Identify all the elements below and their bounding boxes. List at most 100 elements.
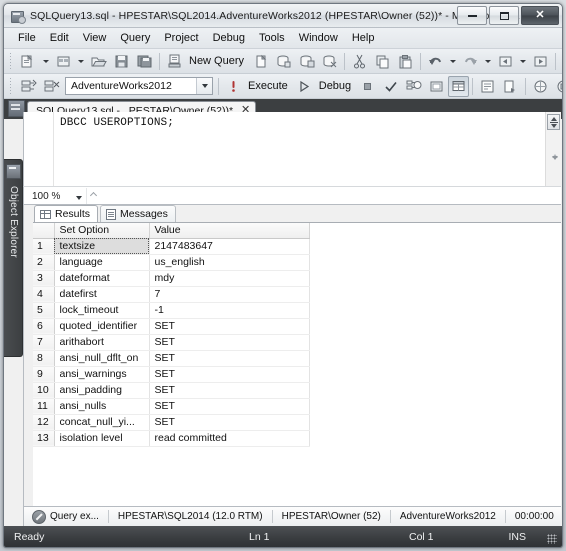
- results-grid[interactable]: Set Option Value 1 textsize 2147483647 2…: [33, 222, 561, 507]
- cell-set-option[interactable]: isolation level: [54, 430, 150, 447]
- navigate-forward-icon[interactable]: [529, 51, 552, 72]
- new-mdx-query-icon[interactable]: [272, 51, 295, 72]
- copy-icon[interactable]: [371, 51, 394, 72]
- menu-item-window[interactable]: Window: [292, 30, 345, 47]
- cell-set-option[interactable]: dateformat: [54, 270, 150, 287]
- connect-icon[interactable]: [17, 76, 40, 97]
- new-query-with-connection-icon[interactable]: [249, 51, 272, 72]
- undo-icon[interactable]: [424, 51, 447, 72]
- editor-horizontal-scrollbar[interactable]: [87, 188, 561, 204]
- new-query-icon[interactable]: [163, 51, 186, 72]
- cell-value[interactable]: SET: [149, 350, 310, 367]
- row-number[interactable]: 8: [33, 350, 55, 367]
- query-options-icon[interactable]: [425, 76, 448, 97]
- redo-icon[interactable]: [459, 51, 482, 72]
- table-row[interactable]: 11 ansi_nulls SET: [33, 398, 310, 415]
- new-query-label[interactable]: New Query: [186, 55, 249, 67]
- menu-item-query[interactable]: Query: [113, 30, 157, 47]
- new-xmla-query-icon[interactable]: [318, 51, 341, 72]
- open-file-icon[interactable]: [87, 51, 110, 72]
- minimize-button[interactable]: [457, 6, 487, 25]
- row-number[interactable]: 12: [33, 414, 55, 431]
- new-item-dropdown-icon[interactable]: [43, 59, 49, 63]
- toolbar-grip[interactable]: [8, 77, 15, 95]
- row-number[interactable]: 13: [33, 430, 55, 447]
- row-number[interactable]: 7: [33, 334, 55, 351]
- disconnect-icon[interactable]: [40, 76, 63, 97]
- menu-item-tools[interactable]: Tools: [252, 30, 292, 47]
- zoom-combo[interactable]: 100 %: [30, 188, 87, 204]
- cell-value[interactable]: mdy: [149, 270, 310, 287]
- column-header-set-option[interactable]: Set Option: [54, 223, 150, 239]
- new-project-dropdown-icon[interactable]: [78, 59, 84, 63]
- window-layout-icon[interactable]: [559, 51, 562, 72]
- parse-check-icon[interactable]: [379, 76, 402, 97]
- table-row[interactable]: 13 isolation level read committed: [33, 430, 310, 447]
- undo-dropdown-icon[interactable]: [450, 59, 457, 63]
- cell-set-option[interactable]: ansi_warnings: [54, 366, 150, 383]
- cell-set-option[interactable]: lock_timeout: [54, 302, 150, 319]
- debug-label[interactable]: Debug: [316, 80, 356, 92]
- row-number[interactable]: 10: [33, 382, 55, 399]
- row-number[interactable]: 4: [33, 286, 55, 303]
- cell-value[interactable]: us_english: [149, 254, 310, 271]
- cell-value[interactable]: SET: [149, 334, 310, 351]
- cell-set-option[interactable]: ansi_nulls: [54, 398, 150, 415]
- include-actual-execution-plan-icon[interactable]: [529, 76, 552, 97]
- menu-item-debug[interactable]: Debug: [206, 30, 252, 47]
- cell-set-option[interactable]: ansi_padding: [54, 382, 150, 399]
- row-number[interactable]: 5: [33, 302, 55, 319]
- menu-item-project[interactable]: Project: [157, 30, 205, 47]
- navigate-backward-dropdown-icon[interactable]: [520, 59, 527, 63]
- cell-value[interactable]: read committed: [149, 430, 310, 447]
- row-number[interactable]: 11: [33, 398, 55, 415]
- column-header-value[interactable]: Value: [149, 223, 310, 239]
- editor-split-handle[interactable]: [547, 114, 560, 130]
- table-row[interactable]: 3 dateformat mdy: [33, 270, 310, 287]
- cut-icon[interactable]: [348, 51, 371, 72]
- row-number[interactable]: 1: [33, 238, 55, 255]
- cell-value[interactable]: SET: [149, 366, 310, 383]
- menu-item-help[interactable]: Help: [345, 30, 382, 47]
- cell-set-option[interactable]: ansi_null_dflt_on: [54, 350, 150, 367]
- new-dmx-query-icon[interactable]: [295, 51, 318, 72]
- cell-value[interactable]: SET: [149, 382, 310, 399]
- table-row[interactable]: 1 textsize 2147483647: [33, 238, 310, 255]
- cell-set-option[interactable]: datefirst: [54, 286, 150, 303]
- sql-editor[interactable]: DBCC USEROPTIONS;: [23, 112, 561, 186]
- cell-value[interactable]: SET: [149, 414, 310, 431]
- row-number[interactable]: 2: [33, 254, 55, 271]
- table-row[interactable]: 12 concat_null_yi... SET: [33, 414, 310, 431]
- paste-icon[interactable]: [394, 51, 417, 72]
- save-all-icon[interactable]: [133, 51, 156, 72]
- menu-item-file[interactable]: File: [11, 30, 43, 47]
- table-row[interactable]: 5 lock_timeout -1: [33, 302, 310, 319]
- cell-value[interactable]: SET: [149, 318, 310, 335]
- cell-set-option[interactable]: language: [54, 254, 150, 271]
- execute-icon[interactable]: [222, 76, 245, 97]
- tab-results[interactable]: Results: [34, 205, 99, 222]
- cell-value[interactable]: -1: [149, 302, 310, 319]
- results-to-file-icon[interactable]: [499, 76, 522, 97]
- table-row[interactable]: 10 ansi_padding SET: [33, 382, 310, 399]
- debug-play-icon[interactable]: [293, 76, 316, 97]
- table-row[interactable]: 9 ansi_warnings SET: [33, 366, 310, 383]
- toolbar-grip[interactable]: [8, 52, 15, 70]
- row-number[interactable]: 9: [33, 366, 55, 383]
- scroll-up-arrow-icon[interactable]: [552, 137, 558, 158]
- include-client-statistics-icon[interactable]: [552, 76, 562, 97]
- execute-label[interactable]: Execute: [245, 80, 293, 92]
- new-item-icon[interactable]: [17, 51, 40, 72]
- navigate-backward-icon[interactable]: [494, 51, 517, 72]
- scroll-down-arrow-icon[interactable]: [552, 156, 558, 178]
- cancel-query-icon[interactable]: [356, 76, 379, 97]
- table-row[interactable]: 2 language us_english: [33, 254, 310, 271]
- object-explorer-tab[interactable]: Object Explorer: [4, 159, 23, 357]
- cell-set-option[interactable]: concat_null_yi...: [54, 414, 150, 431]
- display-estimated-execution-plan-icon[interactable]: [402, 76, 425, 97]
- database-combo-arrow[interactable]: [196, 78, 212, 94]
- results-to-text-icon[interactable]: [476, 76, 499, 97]
- tab-messages[interactable]: Messages: [100, 205, 176, 222]
- cell-set-option[interactable]: quoted_identifier: [54, 318, 150, 335]
- editor-vertical-scrollbar[interactable]: [545, 112, 561, 186]
